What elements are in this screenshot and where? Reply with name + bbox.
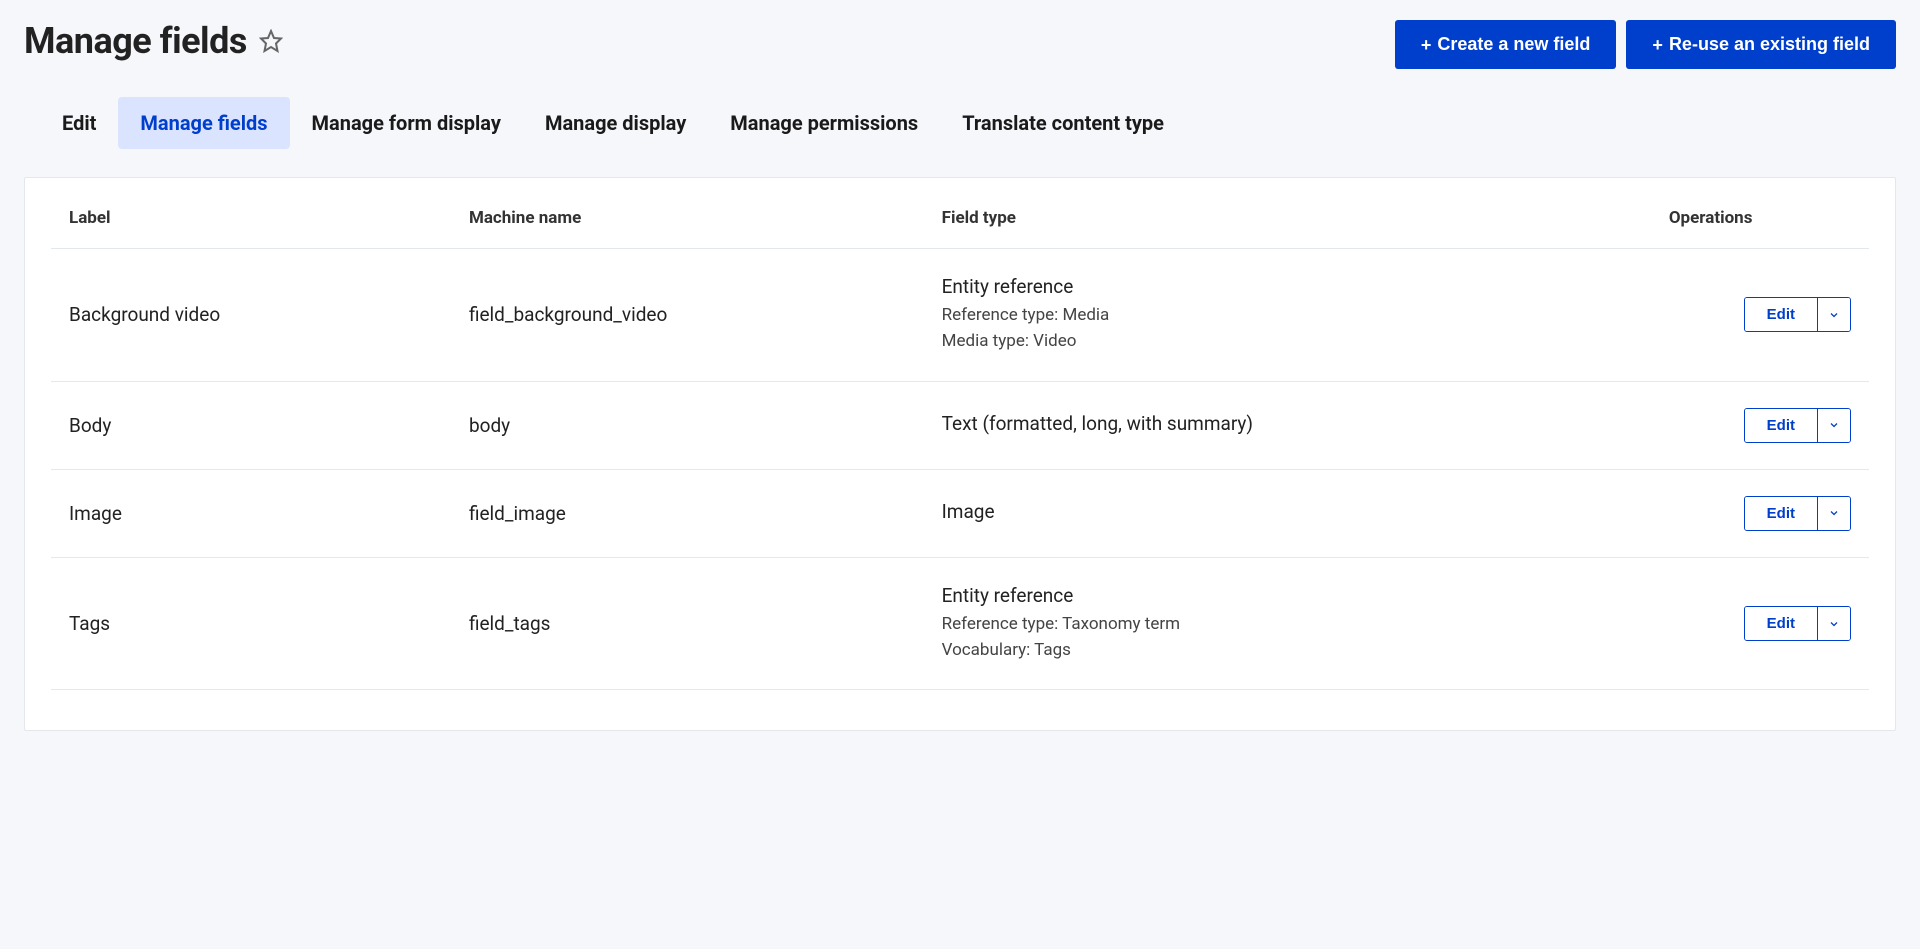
field-machine-name: field_background_video	[451, 249, 924, 382]
field-type: Image	[924, 469, 1651, 557]
chevron-down-icon	[1828, 419, 1840, 431]
action-buttons: + Create a new field + Re-use an existin…	[1395, 20, 1896, 69]
reuse-existing-field-label: Re-use an existing field	[1669, 34, 1870, 55]
field-machine-name: body	[451, 381, 924, 469]
col-header-operations: Operations	[1651, 178, 1869, 249]
tab-translate[interactable]: Translate content type	[940, 97, 1186, 149]
tab-manage-fields[interactable]: Manage fields	[118, 97, 289, 149]
dropbutton-toggle[interactable]	[1818, 607, 1850, 640]
create-new-field-label: Create a new field	[1437, 34, 1590, 55]
edit-button[interactable]: Edit	[1745, 409, 1818, 442]
field-machine-name: field_image	[451, 469, 924, 557]
plus-icon: +	[1421, 36, 1432, 54]
field-type-sub: Reference type: Taxonomy term	[942, 611, 1633, 637]
create-new-field-button[interactable]: + Create a new field	[1395, 20, 1617, 69]
field-type: Entity reference Reference type: MediaMed…	[924, 249, 1651, 382]
tab-edit[interactable]: Edit	[40, 97, 118, 149]
dropbutton-toggle[interactable]	[1818, 497, 1850, 530]
tab-manage-permissions[interactable]: Manage permissions	[708, 97, 940, 149]
field-type: Text (formatted, long, with summary)	[924, 381, 1651, 469]
page-title: Manage fields	[24, 20, 247, 62]
field-type-sub: Vocabulary: Tags	[942, 637, 1633, 663]
field-label: Body	[51, 381, 451, 469]
field-operations: Edit	[1651, 557, 1869, 690]
dropbutton: Edit	[1744, 408, 1851, 443]
fields-panel: Label Machine name Field type Operations…	[24, 177, 1896, 731]
tabs-nav: EditManage fieldsManage form displayMana…	[24, 97, 1896, 149]
table-row: Bodybody Text (formatted, long, with summ…	[51, 381, 1869, 469]
field-type-main: Entity reference	[942, 275, 1633, 298]
field-operations: Edit	[1651, 381, 1869, 469]
star-icon[interactable]	[259, 29, 283, 53]
field-type-main: Image	[942, 500, 1633, 523]
dropbutton: Edit	[1744, 496, 1851, 531]
title-wrap: Manage fields	[24, 20, 283, 62]
field-label: Tags	[51, 557, 451, 690]
field-operations: Edit	[1651, 469, 1869, 557]
field-type-sub: Reference type: Media	[942, 302, 1633, 328]
field-label: Background video	[51, 249, 451, 382]
table-row: Background videofield_background_videoEn…	[51, 249, 1869, 382]
edit-button[interactable]: Edit	[1745, 298, 1818, 331]
field-type-main: Entity reference	[942, 584, 1633, 607]
table-row: Imagefield_imageImageEdit	[51, 469, 1869, 557]
chevron-down-icon	[1828, 507, 1840, 519]
page-header: Manage fields + Create a new field + Re-…	[24, 20, 1896, 69]
tab-manage-form-display[interactable]: Manage form display	[290, 97, 523, 149]
tab-manage-display[interactable]: Manage display	[523, 97, 708, 149]
dropbutton-toggle[interactable]	[1818, 409, 1850, 442]
edit-button[interactable]: Edit	[1745, 607, 1818, 640]
plus-icon: +	[1652, 36, 1663, 54]
field-label: Image	[51, 469, 451, 557]
dropbutton: Edit	[1744, 606, 1851, 641]
fields-table: Label Machine name Field type Operations…	[51, 178, 1869, 690]
col-header-field-type: Field type	[924, 178, 1651, 249]
reuse-existing-field-button[interactable]: + Re-use an existing field	[1626, 20, 1896, 69]
field-type-main: Text (formatted, long, with summary)	[942, 412, 1633, 435]
dropbutton: Edit	[1744, 297, 1851, 332]
dropbutton-toggle[interactable]	[1818, 298, 1850, 331]
field-type: Entity reference Reference type: Taxonomy…	[924, 557, 1651, 690]
table-header-row: Label Machine name Field type Operations	[51, 178, 1869, 249]
chevron-down-icon	[1828, 309, 1840, 321]
edit-button[interactable]: Edit	[1745, 497, 1818, 530]
col-header-label: Label	[51, 178, 451, 249]
chevron-down-icon	[1828, 618, 1840, 630]
field-type-sub: Media type: Video	[942, 328, 1633, 354]
col-header-machine-name: Machine name	[451, 178, 924, 249]
table-row: Tagsfield_tags Entity reference Reference …	[51, 557, 1869, 690]
field-machine-name: field_tags	[451, 557, 924, 690]
field-operations: Edit	[1651, 249, 1869, 382]
